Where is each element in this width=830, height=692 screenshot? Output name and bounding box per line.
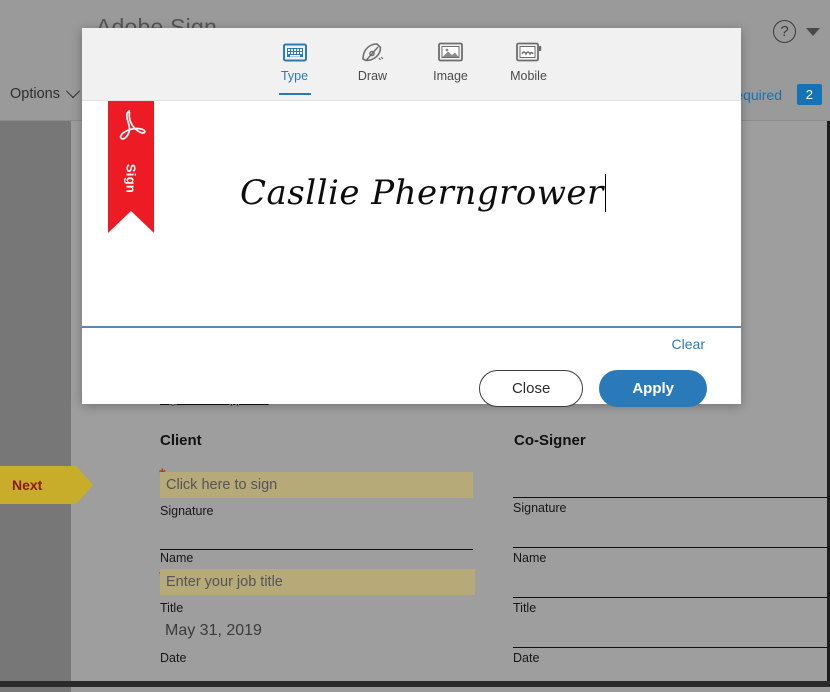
text-caret bbox=[605, 174, 607, 212]
cosigner-name-line bbox=[513, 547, 828, 548]
signature-canvas[interactable]: Sign Casllie Pherngrower bbox=[82, 101, 741, 328]
adobe-sign-flag: Sign bbox=[108, 101, 154, 233]
client-name-label: Name bbox=[160, 551, 193, 565]
apply-button[interactable]: Apply bbox=[599, 370, 707, 407]
screenshot-root: Adobe Sign ? Options Required 2 ________… bbox=[0, 0, 830, 692]
tab-image[interactable]: Image bbox=[421, 40, 481, 83]
left-rail bbox=[0, 121, 71, 692]
client-title-placeholder: Enter your job title bbox=[166, 574, 283, 590]
next-field-button[interactable]: Next bbox=[0, 466, 76, 504]
dialog-actions: Clear Close Apply bbox=[82, 328, 741, 403]
cosigner-column-heading: Co-Signer bbox=[514, 432, 586, 449]
page-bottom-shadow bbox=[0, 681, 830, 687]
client-title-label: Title bbox=[160, 601, 183, 615]
header-chevron-down-icon[interactable] bbox=[806, 28, 820, 36]
tab-mobile-label: Mobile bbox=[499, 69, 559, 83]
client-signature-placeholder: Click here to sign bbox=[166, 477, 277, 493]
client-column-heading: Client bbox=[160, 432, 202, 449]
keyboard-icon bbox=[265, 40, 325, 64]
tablet-icon bbox=[499, 40, 559, 64]
pen-nib-icon bbox=[343, 40, 403, 64]
signature-mode-tabs: Type Draw bbox=[82, 28, 741, 101]
client-name-line bbox=[160, 549, 473, 550]
help-icon[interactable]: ? bbox=[773, 20, 796, 43]
close-button[interactable]: Close bbox=[479, 370, 583, 407]
clear-button[interactable]: Clear bbox=[672, 336, 705, 352]
tab-draw-label: Draw bbox=[343, 69, 403, 83]
cosigner-date-line bbox=[513, 647, 828, 648]
cosigner-date-label: Date bbox=[513, 651, 539, 665]
client-signature-field[interactable]: Click here to sign bbox=[160, 472, 473, 498]
cosigner-name-label: Name bbox=[513, 551, 546, 565]
client-date-value: May 31, 2019 bbox=[165, 622, 262, 640]
picture-icon bbox=[421, 40, 481, 64]
required-fields-count-badge[interactable]: 2 bbox=[797, 84, 822, 105]
options-dropdown[interactable]: Options bbox=[10, 86, 78, 102]
client-date-label: Date bbox=[160, 651, 186, 665]
cosigner-title-line bbox=[513, 597, 828, 598]
tab-type-label: Type bbox=[265, 69, 325, 83]
tab-type[interactable]: Type bbox=[265, 40, 325, 83]
cosigner-title-label: Title bbox=[513, 601, 536, 615]
cosigner-signature-label: Signature bbox=[513, 501, 567, 515]
next-field-label: Next bbox=[0, 477, 42, 493]
dialog-button-row: Close Apply bbox=[479, 370, 707, 407]
typed-signature-text: Casllie Pherngrower bbox=[240, 173, 604, 213]
next-field-arrow-icon bbox=[76, 466, 93, 504]
signature-dialog: Type Draw bbox=[82, 28, 741, 404]
tab-mobile[interactable]: Mobile bbox=[499, 40, 559, 83]
client-signature-label: Signature bbox=[160, 504, 214, 518]
adobe-sign-flag-label: Sign bbox=[124, 164, 139, 193]
flag-point bbox=[108, 211, 154, 233]
typed-signature-value: Casllie Pherngrower bbox=[240, 173, 606, 213]
tab-image-label: Image bbox=[421, 69, 481, 83]
client-title-field[interactable]: Enter your job title bbox=[160, 569, 475, 595]
cosigner-signature-line bbox=[513, 497, 828, 498]
chevron-down-icon bbox=[66, 84, 80, 98]
options-label: Options bbox=[10, 86, 60, 102]
tab-draw[interactable]: Draw bbox=[343, 40, 403, 83]
